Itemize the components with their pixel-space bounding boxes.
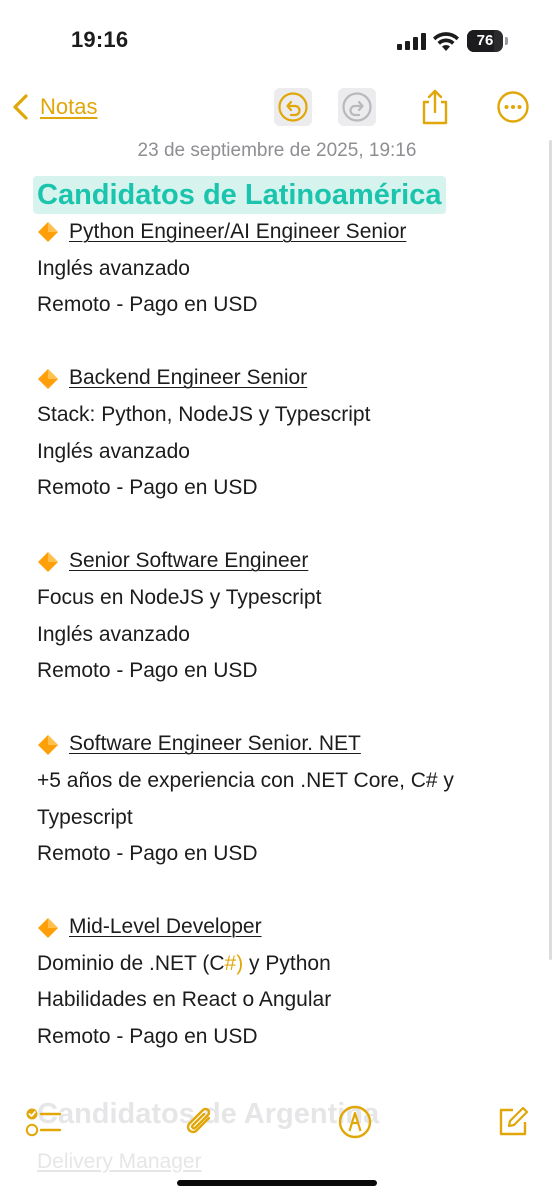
body-line: Remoto - Pago en USD: [37, 470, 527, 507]
section-heading-text: Mid-Level Developer: [69, 915, 262, 939]
note-date: 23 de septiembre de 2025, 19:16: [137, 140, 417, 161]
wifi-icon: [433, 32, 459, 51]
body-line: Focus en NodeJS y Typescript: [37, 580, 527, 617]
orange-diamond-icon: [38, 734, 58, 755]
body-line-text: Remoto - Pago en USD: [37, 1025, 258, 1049]
redo-icon: [342, 92, 372, 122]
highlighted-text: #): [224, 951, 244, 975]
note-body[interactable]: Candidatos de Latinoamérica Python Engin…: [33, 176, 527, 1056]
body-line-text: Remoto - Pago en USD: [37, 476, 258, 500]
body-line-text: Inglés avanzado: [37, 622, 190, 646]
markup-button[interactable]: [336, 1103, 374, 1141]
body-line: Dominio de .NET (C#) y Python: [37, 946, 527, 983]
body-line-text: Focus en NodeJS y Typescript: [37, 585, 322, 609]
battery-icon: 76: [467, 30, 511, 52]
body-line-text: Remoto - Pago en USD: [37, 842, 258, 866]
body-line-text: Inglés avanzado: [37, 439, 190, 463]
section-heading-text: Python Engineer/AI Engineer Senior: [69, 220, 407, 243]
navigation-bar: Notas: [0, 80, 554, 140]
attachment-icon: [186, 1107, 211, 1134]
body-line-text: Remoto - Pago en USD: [37, 293, 258, 317]
body-line: Inglés avanzado: [37, 617, 527, 654]
orange-diamond-icon: [38, 368, 58, 389]
orange-diamond-icon: [38, 917, 58, 938]
body-line: Remoto - Pago en USD: [37, 1019, 527, 1056]
more-icon: [497, 91, 529, 123]
orange-diamond-icon: [38, 222, 58, 243]
section-heading-text: Backend Engineer Senior: [69, 366, 308, 390]
body-line: Remoto - Pago en USD: [37, 653, 527, 690]
body-line: +5 años de experiencia con .NET Core, C#…: [37, 763, 527, 800]
section-heading[interactable]: Senior Software Engineer: [37, 543, 527, 580]
body-line: Inglés avanzado: [37, 251, 527, 288]
status-time: 19:16: [71, 27, 129, 52]
body-line-text: Stack: Python, NodeJS y Typescript: [37, 402, 371, 426]
body-line-text: Remoto - Pago en USD: [37, 659, 258, 683]
section-heading[interactable]: Software Engineer Senior. NET: [37, 726, 527, 763]
section-heading[interactable]: Mid-Level Developer: [37, 909, 527, 946]
undo-icon: [278, 92, 308, 122]
compose-icon: [499, 1106, 529, 1136]
section-heading[interactable]: Backend Engineer Senior: [37, 360, 527, 397]
section-heading-text: Senior Software Engineer: [69, 549, 309, 573]
status-bar: 19:16 76: [0, 0, 554, 80]
bottom-toolbar: [0, 1095, 554, 1155]
note-title: Candidatos de Latinoamérica: [33, 176, 446, 214]
body-line: Typescript: [37, 800, 527, 837]
body-line-tail: y Python: [243, 951, 331, 975]
attachment-button[interactable]: [181, 1103, 219, 1141]
body-line: Remoto - Pago en USD: [37, 836, 527, 873]
checklist-button[interactable]: [24, 1103, 62, 1141]
chevron-left-icon: [13, 94, 28, 120]
back-label: Notas: [40, 94, 98, 119]
redo-button[interactable]: [338, 88, 376, 126]
body-line-text: Typescript: [37, 805, 133, 829]
body-line-text: Inglés avanzado: [37, 256, 190, 280]
battery-level: 76: [476, 32, 494, 49]
share-icon: [422, 89, 448, 125]
checklist-icon: [25, 1108, 62, 1137]
section-heading[interactable]: Python Engineer/AI Engineer Senior: [37, 214, 527, 251]
markup-icon: [338, 1105, 372, 1139]
back-button[interactable]: Notas: [10, 92, 97, 122]
cellular-signal-icon: [397, 33, 426, 50]
note-sections: Python Engineer/AI Engineer Senior Inglés…: [37, 214, 527, 1056]
body-line-text: Habilidades en React o Angular: [37, 988, 332, 1012]
body-line: Stack: Python, NodeJS y Typescript: [37, 397, 527, 434]
undo-button[interactable]: [274, 88, 312, 126]
body-line: Inglés avanzado: [37, 434, 527, 471]
compose-button[interactable]: [494, 1103, 532, 1141]
section-heading-text: Software Engineer Senior. NET: [69, 732, 361, 756]
body-line-text: +5 años de experiencia con .NET Core, C#…: [37, 768, 454, 792]
body-line: Habilidades en React o Angular: [37, 982, 527, 1019]
home-indicator[interactable]: [177, 1180, 377, 1186]
orange-diamond-icon: [38, 551, 58, 572]
scrollbar[interactable]: [549, 140, 552, 960]
body-line: Remoto - Pago en USD: [37, 287, 527, 324]
share-button[interactable]: [416, 88, 454, 126]
more-button[interactable]: [494, 88, 532, 126]
body-line-text: Dominio de .NET (C: [37, 951, 225, 975]
